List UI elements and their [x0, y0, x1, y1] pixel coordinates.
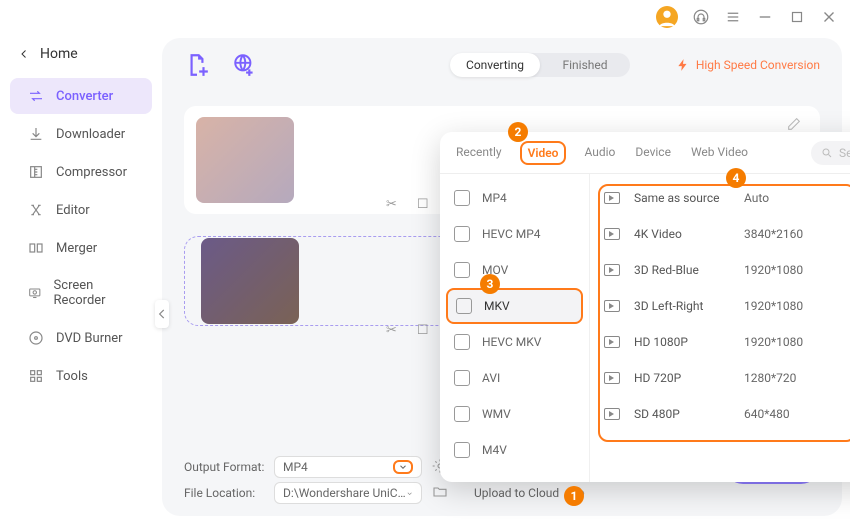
format-file-icon — [454, 406, 470, 422]
bolt-icon — [676, 58, 690, 72]
merger-icon — [28, 240, 44, 256]
annotation-1: 1 — [564, 486, 584, 506]
crop-icon[interactable]: ☐ — [417, 197, 429, 212]
sidebar-item-label: Screen Recorder — [54, 278, 134, 308]
resolution-option[interactable]: 4K Video3840*2160 — [604, 216, 850, 252]
format-search[interactable]: Search — [811, 141, 850, 165]
avatar[interactable] — [656, 6, 678, 28]
resolution-option[interactable]: Same as sourceAuto — [604, 180, 850, 216]
compressor-icon — [28, 164, 44, 180]
resolution-option[interactable]: HD 720P1280*720 — [604, 360, 850, 396]
downloader-icon — [28, 126, 44, 142]
sidebar-item-label: Tools — [56, 369, 88, 384]
format-tab-web-video[interactable]: Web Video — [689, 141, 750, 165]
format-file-icon — [454, 190, 470, 206]
format-option-wmv[interactable]: WMV — [440, 396, 589, 432]
resolution-option[interactable]: SD 480P640*480 — [604, 396, 850, 432]
format-file-icon — [454, 226, 470, 242]
minimize-icon[interactable] — [756, 8, 774, 26]
support-icon[interactable] — [692, 8, 710, 26]
close-icon[interactable] — [820, 8, 838, 26]
high-speed-conversion[interactable]: High Speed Conversion — [676, 58, 820, 72]
sidebar-item-screen-recorder[interactable]: Screen Recorder — [10, 268, 152, 318]
sidebar-item-downloader[interactable]: Downloader — [10, 116, 152, 152]
sidebar-item-label: Downloader — [56, 127, 125, 142]
file-location-label: File Location: — [184, 486, 274, 500]
format-file-icon — [454, 442, 470, 458]
format-file-icon — [454, 370, 470, 386]
play-icon — [604, 408, 620, 420]
file-location-select[interactable]: D:\Wondershare UniConverter 1 — [274, 482, 422, 504]
upload-cloud-label: Upload to Cloud — [474, 486, 559, 500]
sidebar-item-label: Converter — [56, 89, 113, 104]
add-file-icon[interactable] — [184, 52, 210, 78]
play-icon — [604, 192, 620, 204]
crop-icon[interactable]: ☐ — [417, 323, 429, 338]
home-label: Home — [40, 46, 78, 62]
format-tab-video[interactable]: Video — [520, 141, 567, 165]
format-option-avi[interactable]: AVI — [440, 360, 589, 396]
dvd-icon — [28, 330, 44, 346]
segment-converting[interactable]: Converting — [450, 53, 540, 77]
back-home[interactable]: Home — [0, 42, 162, 76]
format-tab-audio[interactable]: Audio — [582, 141, 617, 165]
output-format-select[interactable]: MP4 — [274, 456, 422, 478]
annotation-2: 2 — [508, 122, 528, 142]
collapse-sidebar[interactable] — [155, 300, 169, 328]
annotation-4: 4 — [726, 168, 746, 188]
format-option-mp4[interactable]: MP4 — [440, 180, 589, 216]
sidebar-item-compressor[interactable]: Compressor — [10, 154, 152, 190]
sidebar-item-label: DVD Burner — [56, 331, 123, 346]
play-icon — [604, 300, 620, 312]
thumbnail — [196, 117, 294, 203]
format-option-hevc-mp4[interactable]: HEVC MP4 — [440, 216, 589, 252]
chevron-down-icon — [406, 486, 413, 500]
sidebar-item-merger[interactable]: Merger — [10, 230, 152, 266]
format-file-icon — [454, 334, 470, 350]
resolution-option[interactable]: 3D Left-Right1920*1080 — [604, 288, 850, 324]
menu-icon[interactable] — [724, 8, 742, 26]
play-icon — [604, 264, 620, 276]
sidebar-item-dvd-burner[interactable]: DVD Burner — [10, 320, 152, 356]
recorder-icon — [28, 285, 42, 301]
format-option-mkv[interactable]: MKV — [446, 288, 583, 324]
trim-icon[interactable]: ✂ — [386, 323, 397, 338]
sidebar-item-tools[interactable]: Tools — [10, 358, 152, 394]
format-tab-device[interactable]: Device — [633, 141, 673, 165]
format-option-m4v[interactable]: M4V — [440, 432, 589, 468]
format-tab-recently[interactable]: Recently — [454, 141, 504, 165]
search-icon — [821, 147, 833, 159]
sidebar-item-editor[interactable]: Editor — [10, 192, 152, 228]
resolution-option[interactable]: HD 1080P1920*1080 — [604, 324, 850, 360]
sidebar-item-label: Merger — [56, 241, 97, 256]
play-icon — [604, 336, 620, 348]
chevron-down-icon — [393, 460, 413, 474]
converter-icon — [28, 88, 44, 104]
tools-icon — [28, 368, 44, 384]
format-option-mov[interactable]: MOV — [440, 252, 589, 288]
annotation-3: 3 — [480, 274, 500, 294]
thumbnail — [201, 238, 299, 324]
sidebar-item-label: Editor — [56, 203, 90, 218]
segment-finished[interactable]: Finished — [540, 53, 630, 77]
add-url-icon[interactable] — [232, 52, 258, 78]
maximize-icon[interactable] — [788, 8, 806, 26]
trim-icon[interactable]: ✂ — [386, 197, 397, 212]
folder-icon[interactable] — [432, 484, 448, 503]
output-format-label: Output Format: — [184, 460, 274, 474]
play-icon — [604, 372, 620, 384]
format-file-icon — [456, 298, 472, 314]
format-dropdown: Recently Video Audio Device Web Video Search… — [440, 132, 850, 482]
resolution-option[interactable]: 3D Red-Blue1920*1080 — [604, 252, 850, 288]
chevron-left-icon — [18, 48, 30, 60]
sidebar-item-label: Compressor — [56, 165, 127, 180]
sidebar-item-converter[interactable]: Converter — [10, 78, 152, 114]
play-icon — [604, 228, 620, 240]
editor-icon — [28, 202, 44, 218]
format-option-hevc-mkv[interactable]: HEVC MKV — [440, 324, 589, 360]
format-file-icon — [454, 262, 470, 278]
